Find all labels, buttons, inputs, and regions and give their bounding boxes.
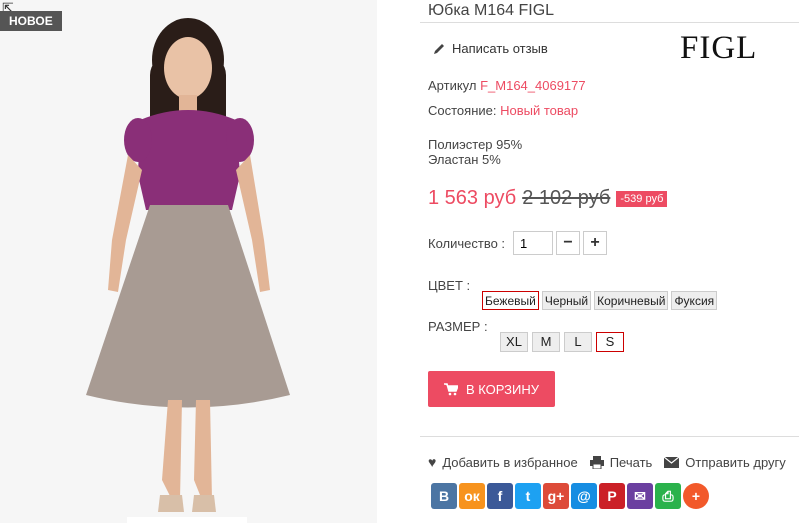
write-review-link[interactable]: Написать отзыв bbox=[432, 41, 548, 56]
sku-row: Артикул F_M164_4069177 bbox=[428, 78, 586, 93]
mail-ru-icon[interactable]: @ bbox=[571, 483, 597, 509]
color-options: Бежевый Черный Коричневый Фуксия bbox=[482, 291, 718, 310]
composition-line: Эластан 5% bbox=[428, 152, 501, 167]
quantity-minus-button[interactable]: − bbox=[556, 231, 581, 255]
twitter-icon[interactable]: t bbox=[515, 483, 541, 509]
size-option-xl[interactable]: XL bbox=[500, 332, 528, 352]
product-title: Юбка M164 FIGL bbox=[428, 2, 555, 19]
composition-line: Полиэстер 95% bbox=[428, 137, 523, 152]
old-price: 2 102 руб bbox=[522, 187, 611, 209]
write-review-label: Написать отзыв bbox=[452, 41, 548, 56]
heart-icon: ♥ bbox=[428, 454, 437, 470]
new-badge: НОВОЕ bbox=[0, 11, 62, 31]
facebook-icon[interactable]: f bbox=[487, 483, 513, 509]
print-icon[interactable]: ⎙ bbox=[655, 483, 681, 509]
odnoklassniki-icon[interactable]: ок bbox=[459, 483, 485, 509]
pinterest-icon[interactable]: P bbox=[599, 483, 625, 509]
sku-value: F_M164_4069177 bbox=[480, 78, 586, 93]
google-plus-icon[interactable]: g+ bbox=[543, 483, 569, 509]
divider bbox=[420, 436, 799, 437]
social-share-buttons: Вок f t g+ @ P ✉ ⎙ + bbox=[431, 483, 709, 509]
thumbnail-strip bbox=[127, 517, 247, 523]
more-icon[interactable]: + bbox=[683, 483, 709, 509]
sku-label: Артикул bbox=[428, 78, 477, 93]
size-option-s[interactable]: S bbox=[596, 332, 624, 352]
current-price: 1 563 руб bbox=[428, 187, 517, 209]
pencil-icon bbox=[434, 43, 444, 54]
print-label: Печать bbox=[609, 454, 653, 470]
send-to-friend-link[interactable]: Отправить другу bbox=[664, 454, 786, 470]
color-option-fuchsia[interactable]: Фуксия bbox=[671, 291, 718, 310]
quantity-row: Количество : − + bbox=[428, 231, 608, 255]
add-to-cart-label: В КОРЗИНУ bbox=[465, 381, 540, 397]
color-option-beige[interactable]: Бежевый bbox=[482, 291, 539, 310]
divider bbox=[420, 22, 799, 23]
quantity-label: Количество : bbox=[428, 235, 506, 251]
product-image[interactable]: ⇱ НОВОЕ bbox=[0, 0, 377, 523]
email-icon[interactable]: ✉ bbox=[627, 483, 653, 509]
discount-badge: -539 руб bbox=[616, 190, 668, 207]
color-option-brown[interactable]: Коричневый bbox=[594, 291, 669, 310]
product-page: ⇱ НОВОЕ Юбка M164 FIGL Написать отзыв FI… bbox=[0, 0, 799, 523]
quantity-input[interactable] bbox=[513, 231, 554, 255]
size-option-m[interactable]: M bbox=[532, 332, 560, 352]
product-info: Юбка M164 FIGL Написать отзыв FIGL Артик… bbox=[420, 0, 799, 523]
model-photo bbox=[0, 0, 377, 523]
add-to-cart-button[interactable]: В КОРЗИНУ bbox=[428, 371, 555, 407]
color-label: ЦВЕТ : bbox=[428, 278, 471, 293]
color-option-black[interactable]: Черный bbox=[541, 291, 592, 310]
add-to-favorites-link[interactable]: ♥ Добавить в избранное bbox=[428, 454, 578, 470]
send-to-friend-label: Отправить другу bbox=[685, 454, 786, 470]
condition-value: Новый товар bbox=[500, 103, 579, 118]
cart-icon bbox=[443, 382, 458, 395]
price-row: 1 563 руб 2 102 руб -539 руб bbox=[428, 187, 668, 210]
size-option-l[interactable]: L bbox=[564, 332, 592, 352]
brand-logo[interactable]: FIGL bbox=[680, 30, 757, 67]
product-actions: ♥ Добавить в избранное Печать Отправить … bbox=[428, 454, 792, 470]
quantity-plus-button[interactable]: + bbox=[583, 231, 608, 255]
condition-row: Состояние: Новый товар bbox=[428, 103, 578, 118]
composition: Полиэстер 95% Эластан 5% bbox=[428, 137, 522, 167]
size-label: РАЗМЕР : bbox=[428, 319, 488, 334]
add-to-favorites-label: Добавить в избранное bbox=[442, 454, 578, 470]
envelope-icon bbox=[664, 456, 680, 468]
print-link[interactable]: Печать bbox=[589, 454, 653, 470]
size-options: XL M L S bbox=[500, 332, 624, 352]
vk-icon[interactable]: В bbox=[431, 483, 457, 509]
condition-label: Состояние: bbox=[428, 103, 497, 118]
printer-icon bbox=[589, 455, 604, 469]
